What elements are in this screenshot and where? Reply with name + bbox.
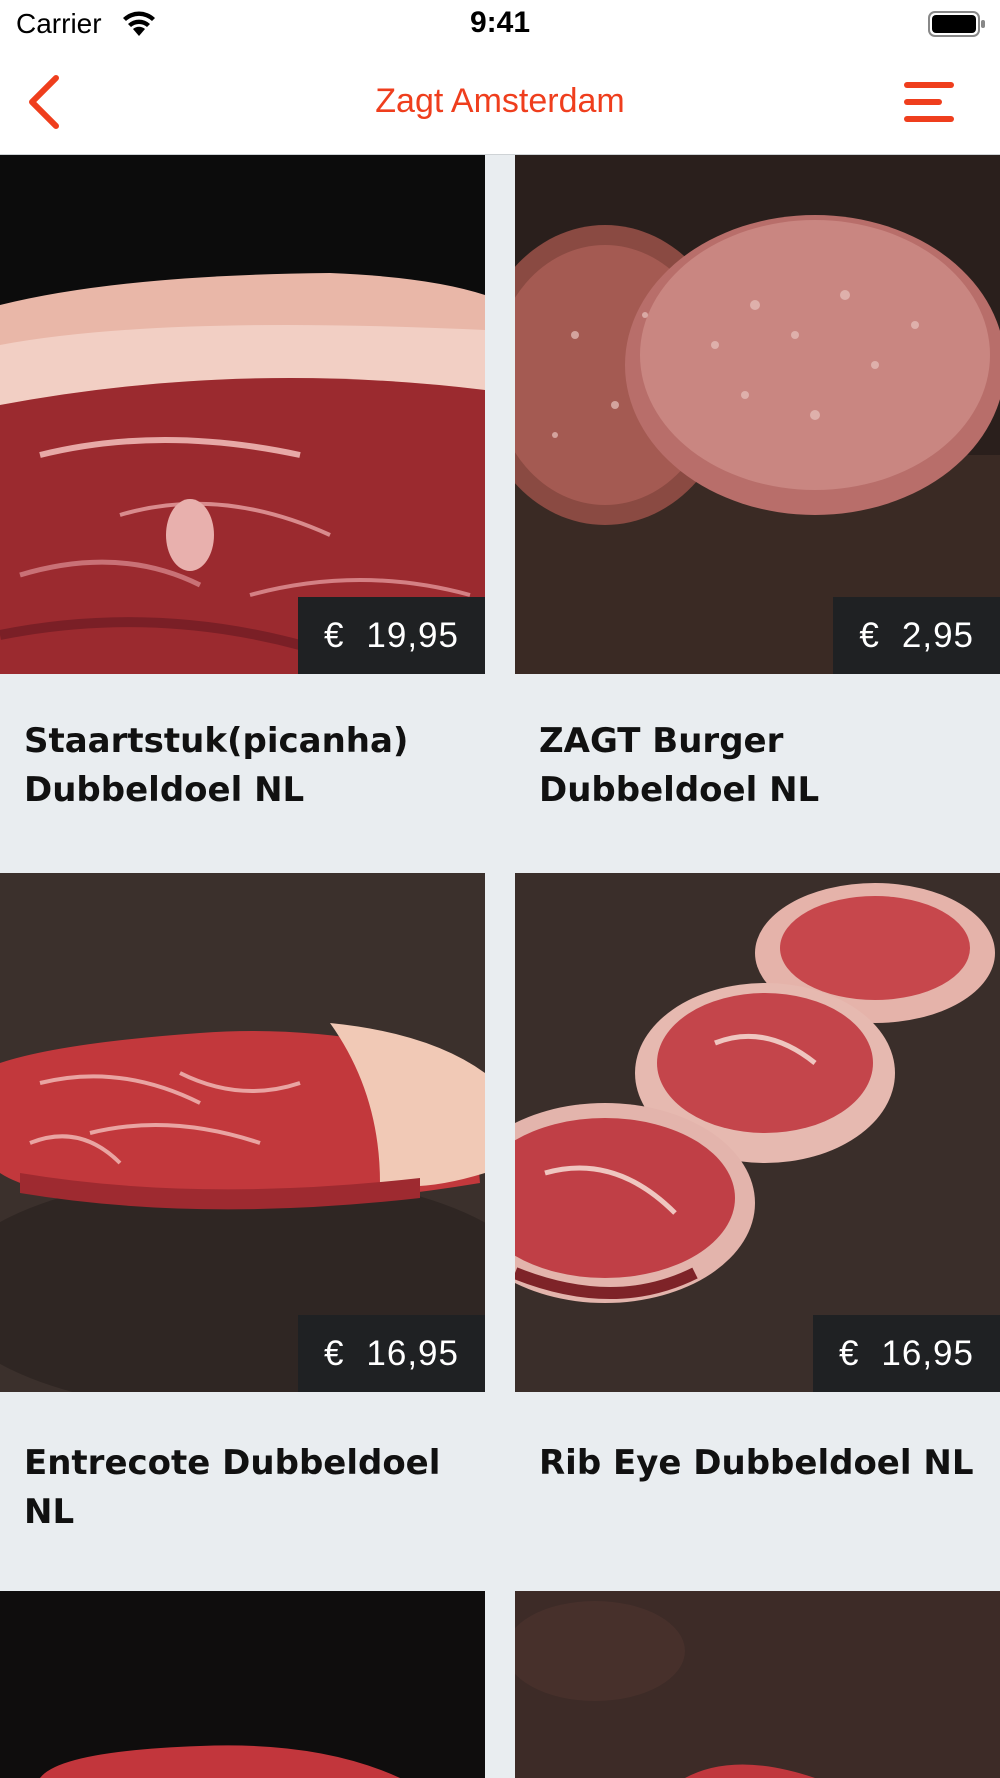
- product-image[interactable]: € 16,95: [515, 873, 1000, 1392]
- price-value: 2,95: [901, 615, 974, 655]
- product-image[interactable]: [0, 1591, 485, 1778]
- currency-symbol: €: [859, 615, 880, 655]
- navigation-bar: Zagt Amsterdam: [0, 50, 1000, 155]
- price-value: 16,95: [366, 1333, 459, 1373]
- clock: 9:41: [469, 6, 531, 39]
- price-tag: € 16,95: [812, 1315, 1000, 1392]
- product-image[interactable]: € 2,95: [515, 155, 1000, 674]
- price-value: 16,95: [881, 1333, 974, 1373]
- page-title: Zagt Amsterdam: [375, 82, 625, 120]
- product-grid: € 19,95 Staartstuk(picanha) Dubbeldoel N…: [0, 155, 1000, 1778]
- status-bar: Carrier 9:41: [0, 0, 1000, 50]
- product-image[interactable]: [515, 1591, 1000, 1778]
- currency-symbol: €: [838, 1333, 860, 1373]
- product-image[interactable]: € 19,95: [0, 155, 485, 674]
- price-value: 19,95: [366, 615, 459, 655]
- hamburger-menu-icon[interactable]: [904, 78, 954, 126]
- price-tag: € 2,95: [833, 597, 1000, 674]
- meat-photo: [515, 1591, 1000, 1778]
- product-name[interactable]: Entrecote Dubbeldoel NL: [24, 1439, 469, 1537]
- product-image[interactable]: € 16,95: [0, 873, 485, 1392]
- product-name[interactable]: Staartstuk(picanha) Dubbeldoel NL: [24, 717, 469, 815]
- currency-symbol: €: [323, 615, 345, 655]
- battery-icon: [928, 11, 985, 37]
- meat-photo: [0, 1591, 485, 1778]
- product-name[interactable]: Rib Eye Dubbeldoel NL: [539, 1439, 984, 1488]
- product-name[interactable]: ZAGT Burger Dubbeldoel NL: [539, 717, 984, 815]
- currency-symbol: €: [323, 1333, 345, 1373]
- price-tag: € 16,95: [297, 1315, 485, 1392]
- price-tag: € 19,95: [297, 597, 485, 674]
